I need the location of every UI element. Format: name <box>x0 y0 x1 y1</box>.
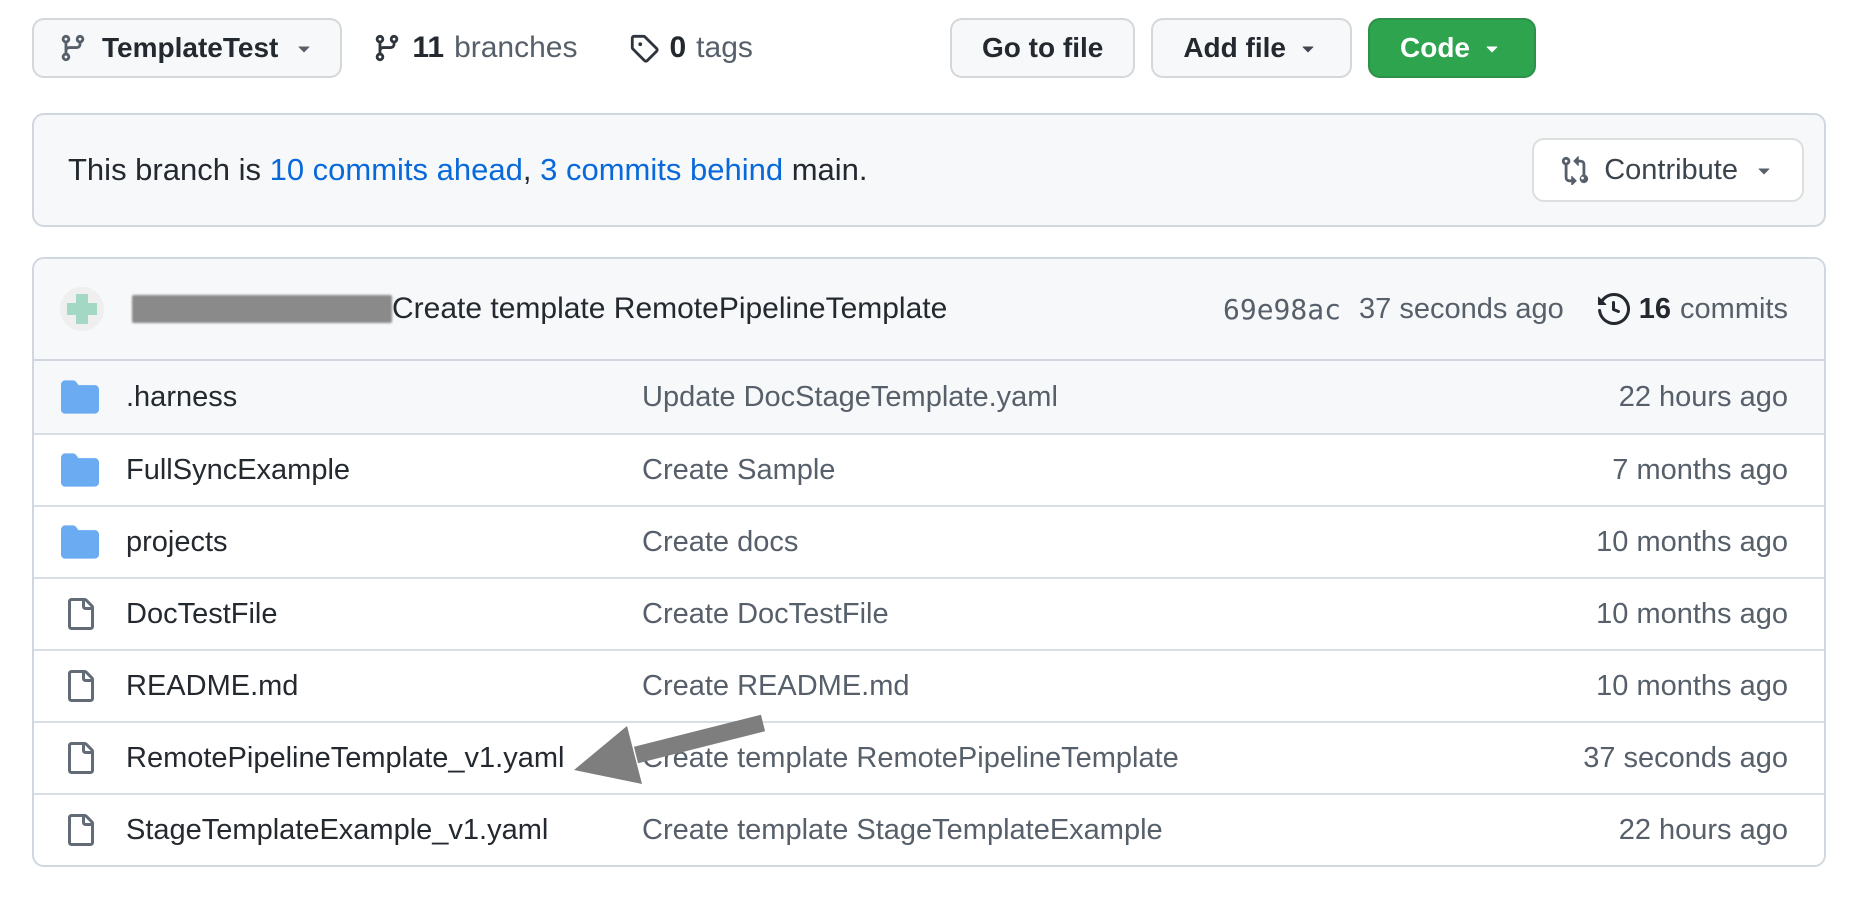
commit-message-link[interactable]: Update DocStageTemplate.yaml <box>642 381 1599 414</box>
banner-text-separator: , <box>523 152 540 188</box>
git-branch-icon <box>372 33 402 63</box>
chevron-down-icon <box>1296 36 1320 60</box>
chevron-down-icon <box>1480 36 1504 60</box>
commit-age: 22 hours ago <box>1619 814 1788 847</box>
chevron-down-icon <box>292 36 316 60</box>
file-icon <box>60 670 100 702</box>
latest-commit-message-link[interactable]: Create template RemotePipelineTemplate <box>392 292 947 326</box>
file-name-link[interactable]: StageTemplateExample_v1.yaml <box>126 814 642 847</box>
commit-time: 37 seconds ago <box>1359 293 1564 326</box>
commit-message-link[interactable]: Create DocTestFile <box>642 598 1576 631</box>
chevron-down-icon <box>1752 158 1776 182</box>
commits-count-label: commits <box>1680 293 1788 326</box>
folder-icon <box>60 523 100 561</box>
add-file-button[interactable]: Add file <box>1151 18 1352 78</box>
file-name-link[interactable]: README.md <box>126 670 642 703</box>
commits-ahead-link[interactable]: 10 commits ahead <box>270 152 523 188</box>
file-icon <box>60 598 100 630</box>
contribute-label: Contribute <box>1604 154 1738 187</box>
folder-icon <box>60 378 100 416</box>
file-name-link[interactable]: DocTestFile <box>126 598 642 631</box>
git-compare-icon <box>1560 155 1590 185</box>
commit-history-link[interactable]: 16 commits <box>1598 293 1788 326</box>
table-row: RemotePipelineTemplate_v1.yaml Create te… <box>34 721 1824 793</box>
git-branch-icon <box>58 33 88 63</box>
go-to-file-button[interactable]: Go to file <box>950 18 1135 78</box>
repo-toolbar: TemplateTest 11 branches 0 tags Go to fi… <box>32 18 1536 78</box>
banner-text-prefix: This branch is <box>68 152 270 188</box>
avatar[interactable] <box>60 287 104 331</box>
table-row: DocTestFile Create DocTestFile 10 months… <box>34 577 1824 649</box>
latest-commit-meta: 69e98ac 37 seconds ago 16 commits <box>1223 293 1788 326</box>
folder-icon <box>60 451 100 489</box>
commit-age: 10 months ago <box>1596 526 1788 559</box>
branches-count: 11 <box>412 31 444 65</box>
commit-message-link[interactable]: Create README.md <box>642 670 1576 703</box>
commit-sha-link[interactable]: 69e98ac <box>1223 293 1341 326</box>
add-file-label: Add file <box>1183 32 1286 64</box>
file-icon <box>60 814 100 846</box>
commit-age: 37 seconds ago <box>1583 742 1788 775</box>
table-row: FullSyncExample Create Sample 7 months a… <box>34 433 1824 505</box>
tags-stat-link[interactable]: 0 tags <box>629 31 752 65</box>
file-name-link[interactable]: .harness <box>126 381 642 414</box>
commit-message-link[interactable]: Create Sample <box>642 454 1592 487</box>
contribute-button[interactable]: Contribute <box>1532 138 1804 202</box>
branches-stat-link[interactable]: 11 branches <box>372 31 577 65</box>
repo-stats: 11 branches 0 tags <box>372 31 753 65</box>
current-branch-label: TemplateTest <box>102 32 278 64</box>
file-name-link[interactable]: FullSyncExample <box>126 454 642 487</box>
commit-age: 22 hours ago <box>1619 381 1788 414</box>
commit-age: 10 months ago <box>1596 598 1788 631</box>
history-clock-icon <box>1598 293 1630 325</box>
tags-label: tags <box>696 31 753 65</box>
table-row: StageTemplateExample_v1.yaml Create temp… <box>34 793 1824 865</box>
file-name-link[interactable]: RemotePipelineTemplate_v1.yaml <box>126 742 642 775</box>
commit-age: 10 months ago <box>1596 670 1788 703</box>
banner-text-suffix: main. <box>783 152 867 188</box>
commit-message-link[interactable]: Create docs <box>642 526 1576 559</box>
branches-label: branches <box>454 31 577 65</box>
avatar-plus-glyph <box>60 287 104 331</box>
commits-behind-link[interactable]: 3 commits behind <box>540 152 783 188</box>
redacted-author-name <box>132 295 392 323</box>
branch-selector-button[interactable]: TemplateTest <box>32 18 342 78</box>
tags-count: 0 <box>669 31 686 65</box>
code-label: Code <box>1400 32 1470 64</box>
table-row: projects Create docs 10 months ago <box>34 505 1824 577</box>
file-rows: .harness Update DocStageTemplate.yaml 22… <box>34 361 1824 865</box>
table-row: README.md Create README.md 10 months ago <box>34 649 1824 721</box>
file-icon <box>60 742 100 774</box>
toolbar-actions: Go to file Add file Code <box>950 18 1536 78</box>
commit-message-link[interactable]: Create template StageTemplateExample <box>642 814 1599 847</box>
branch-status-banner: This branch is 10 commits ahead, 3 commi… <box>32 113 1826 227</box>
tag-icon <box>629 33 659 63</box>
table-row: .harness Update DocStageTemplate.yaml 22… <box>34 361 1824 433</box>
file-browser-table: Create template RemotePipelineTemplate 6… <box>32 257 1826 867</box>
file-name-link[interactable]: projects <box>126 526 642 559</box>
commit-message-link[interactable]: Create template RemotePipelineTemplate <box>642 742 1563 775</box>
latest-commit-header: Create template RemotePipelineTemplate 6… <box>34 259 1824 361</box>
commit-age: 7 months ago <box>1612 454 1788 487</box>
commits-count: 16 <box>1639 293 1671 326</box>
code-button[interactable]: Code <box>1368 18 1536 78</box>
